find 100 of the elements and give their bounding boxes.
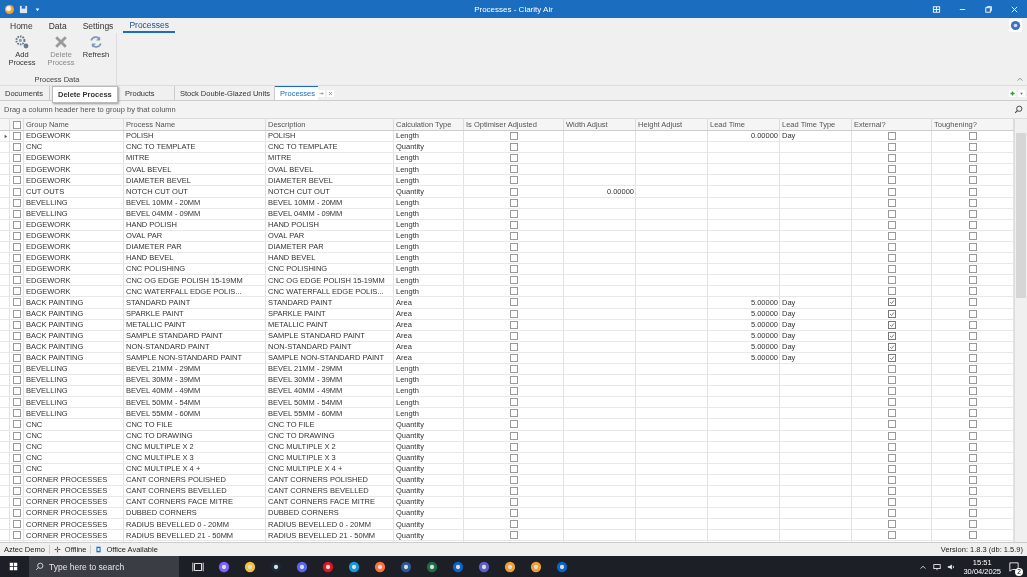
- checkbox[interactable]: [510, 409, 518, 418]
- checkbox[interactable]: [510, 243, 518, 251]
- restore-icon[interactable]: [984, 4, 993, 14]
- search-icon[interactable]: [1014, 105, 1023, 114]
- checkbox[interactable]: [888, 320, 896, 329]
- close-icon[interactable]: [327, 89, 334, 97]
- row-checkbox[interactable]: [13, 420, 21, 429]
- checkbox[interactable]: [510, 209, 518, 218]
- checkbox[interactable]: [510, 464, 518, 473]
- checkbox[interactable]: [969, 442, 977, 451]
- ribbon-tab[interactable]: Home: [4, 19, 39, 32]
- checkbox[interactable]: [969, 342, 977, 351]
- checkbox[interactable]: [510, 420, 518, 429]
- checkbox[interactable]: [969, 376, 977, 385]
- ribbon-tab[interactable]: Data: [42, 19, 73, 32]
- help-icon[interactable]: [1009, 19, 1022, 32]
- checkbox[interactable]: [888, 187, 896, 196]
- checkbox[interactable]: [510, 220, 518, 229]
- checkbox[interactable]: [969, 420, 977, 429]
- row-checkbox[interactable]: [13, 342, 21, 351]
- app-icon[interactable]: [504, 560, 516, 573]
- checkbox[interactable]: [969, 187, 977, 196]
- checkbox[interactable]: [888, 154, 896, 163]
- row-checkbox[interactable]: [13, 309, 21, 318]
- row-checkbox[interactable]: [13, 442, 21, 451]
- checkbox[interactable]: [888, 331, 896, 340]
- checkbox[interactable]: [510, 132, 518, 141]
- notification-icon[interactable]: [1009, 561, 1019, 572]
- checkbox[interactable]: [969, 431, 977, 440]
- app-icon[interactable]: [556, 560, 568, 573]
- checkbox[interactable]: [510, 353, 518, 362]
- checkbox[interactable]: [888, 265, 896, 274]
- row-checkbox[interactable]: [13, 487, 21, 496]
- checkbox[interactable]: [510, 509, 518, 518]
- checkbox[interactable]: [510, 298, 518, 307]
- checkbox[interactable]: [888, 509, 896, 518]
- checkbox[interactable]: [510, 254, 518, 263]
- browser-icon[interactable]: [348, 560, 360, 573]
- checkbox[interactable]: [969, 243, 977, 251]
- checkbox[interactable]: [888, 431, 896, 440]
- row-checkbox[interactable]: [13, 154, 21, 163]
- app-icon[interactable]: [530, 560, 542, 573]
- checkbox[interactable]: [969, 398, 977, 407]
- app-icon[interactable]: [270, 560, 282, 573]
- row-checkbox[interactable]: [13, 243, 21, 251]
- row-checkbox[interactable]: [13, 475, 21, 484]
- checkbox[interactable]: [969, 453, 977, 462]
- row-checkbox[interactable]: [13, 276, 21, 285]
- checkbox[interactable]: [888, 442, 896, 451]
- checkbox[interactable]: [888, 531, 896, 540]
- checkbox[interactable]: [888, 398, 896, 407]
- row-checkbox[interactable]: [13, 398, 21, 407]
- checkbox[interactable]: [510, 365, 518, 373]
- checkbox[interactable]: [969, 509, 977, 518]
- checkbox[interactable]: [969, 309, 977, 318]
- row-checkbox[interactable]: [13, 231, 21, 240]
- checkbox[interactable]: [969, 520, 977, 529]
- speaker-icon[interactable]: [947, 562, 956, 571]
- checkbox[interactable]: [510, 143, 518, 152]
- checkbox[interactable]: [888, 231, 896, 240]
- checkbox[interactable]: [888, 143, 896, 152]
- row-checkbox[interactable]: [13, 165, 21, 174]
- checkbox[interactable]: [888, 298, 896, 307]
- search-field[interactable]: Type here to search: [29, 556, 179, 577]
- checkbox[interactable]: [510, 475, 518, 484]
- checkbox[interactable]: [888, 498, 896, 507]
- app-icon[interactable]: [426, 560, 438, 573]
- checkbox[interactable]: [969, 165, 977, 174]
- checkbox[interactable]: [888, 309, 896, 318]
- checkbox[interactable]: [510, 198, 518, 207]
- row-checkbox[interactable]: [13, 376, 21, 385]
- checkbox[interactable]: [969, 409, 977, 418]
- checkbox[interactable]: [510, 309, 518, 318]
- app-icon[interactable]: [452, 560, 464, 573]
- checkbox[interactable]: [888, 520, 896, 529]
- row-checkbox[interactable]: [13, 209, 21, 218]
- checkbox[interactable]: [888, 487, 896, 496]
- checkbox[interactable]: [888, 464, 896, 473]
- checkbox[interactable]: [969, 487, 977, 496]
- checkbox[interactable]: [510, 276, 518, 285]
- row-checkbox[interactable]: [13, 365, 21, 373]
- checkbox[interactable]: [888, 165, 896, 174]
- row-checkbox[interactable]: [13, 520, 21, 529]
- checkbox[interactable]: [969, 475, 977, 484]
- dropdown-icon[interactable]: [1018, 89, 1025, 97]
- checkbox[interactable]: [510, 531, 518, 540]
- row-checkbox[interactable]: [13, 431, 21, 440]
- row-checkbox[interactable]: [13, 298, 21, 307]
- checkbox[interactable]: [510, 431, 518, 440]
- checkbox[interactable]: [888, 365, 896, 373]
- checkbox[interactable]: [510, 265, 518, 274]
- checkbox[interactable]: [888, 376, 896, 385]
- close-icon[interactable]: [1010, 4, 1019, 14]
- checkbox[interactable]: [510, 342, 518, 351]
- checkbox[interactable]: [888, 243, 896, 251]
- row-checkbox[interactable]: [13, 464, 21, 473]
- task-view-icon[interactable]: [192, 560, 204, 573]
- checkbox[interactable]: [888, 475, 896, 484]
- checkbox[interactable]: [510, 442, 518, 451]
- checkbox[interactable]: [510, 487, 518, 496]
